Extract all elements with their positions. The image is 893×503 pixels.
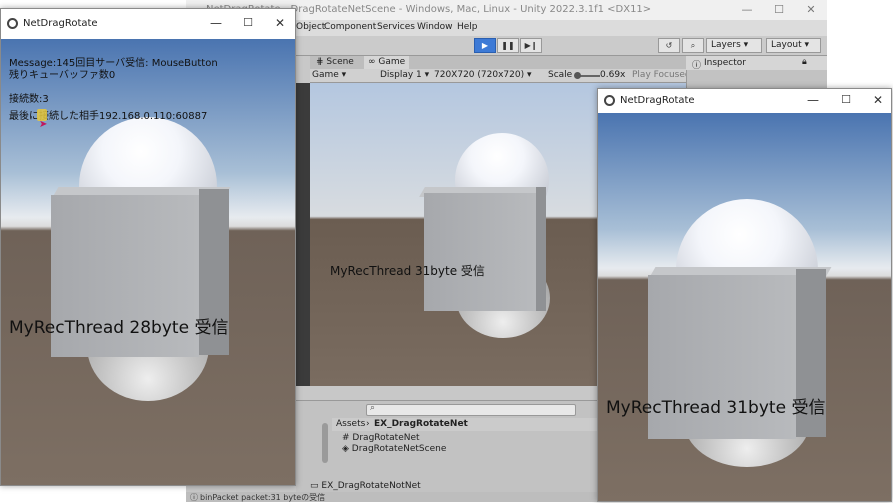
script-icon: # [342,433,350,443]
search-icon: ⌕ [370,403,376,413]
lock-icon[interactable]: 🔒︎ [802,57,807,67]
scrollbar[interactable] [322,423,328,463]
maximize-icon[interactable]: ☐ [241,16,255,30]
right-netdragrotate-window: NetDragRotate — ☐ ✕ MyRecThread 31byte 受… [597,88,892,502]
tab-scene[interactable]: ⋕ Scene [312,56,358,69]
status-message: binPacket packet:31 byteの受信 [200,493,326,502]
list-item[interactable]: ◈ DragRotateNetScene [342,444,446,454]
layout-label: Layout [771,40,802,50]
mouse-cursor-icon: ➤ [39,119,48,130]
pause-icon[interactable]: ❚❚ [497,38,519,53]
message-line-2: 残りキューバッファ数0 [9,70,116,81]
scale-value: 0.69x [600,70,626,80]
left-netdragrotate-window: NetDragRotate — ☐ ✕ Message:145回目サーバ受信: … [0,8,296,486]
left-big-message: MyRecThread 28byte 受信 [9,318,229,338]
minimize-icon[interactable]: — [806,93,820,107]
cube-front [424,193,536,311]
close-icon[interactable]: ✕ [803,2,819,18]
connection-count: 接続数:3 [9,94,49,105]
scale-slider-handle[interactable] [574,72,581,79]
close-icon[interactable]: ✕ [871,93,885,107]
layers-dropdown[interactable]: Layers ▾ [706,38,762,53]
layout-dropdown[interactable]: Layout ▾ [766,38,821,53]
game-view-toolbar: Game ▾ Display 1 ▾ 720X720 (720x720) ▾ S… [310,69,691,83]
breadcrumb-separator: › [366,419,370,429]
menu-component[interactable]: Component [324,22,376,32]
resolution-dropdown[interactable]: 720X720 (720x720) ▾ [434,70,531,80]
search-icon[interactable]: ⌕ [682,38,704,53]
menu-services[interactable]: Services [377,22,415,32]
play-focused-dropdown[interactable]: Play Focused [632,70,691,80]
menu-help[interactable]: Help [457,22,478,32]
hierarchy-edge [296,83,310,386]
menu-object[interactable]: Object [296,22,325,32]
menu-window[interactable]: Window [417,22,453,32]
game-mode-dropdown[interactable]: Game ▾ [312,70,346,80]
project-search-input[interactable]: ⌕ [366,403,576,416]
left-game-view[interactable]: Message:145回目サーバ受信: MouseButton 残りキューバッフ… [1,39,295,485]
breadcrumb-assets[interactable]: Assets [336,419,365,429]
unity-scene-icon: ◈ [342,444,349,454]
minimize-icon[interactable]: — [209,16,223,30]
tab-game[interactable]: ∞ Game [364,56,410,69]
right-window-title: NetDragRotate [620,95,695,106]
folder-icon: ▭ [310,481,319,491]
unity-logo-icon [7,18,18,29]
view-tabs: ⋕ Scene ∞ Game [310,56,686,69]
right-big-message: MyRecThread 31byte 受信 [606,398,826,418]
step-icon[interactable]: ▶❙ [520,38,542,53]
left-window-titlebar[interactable]: NetDragRotate — ☐ ✕ [1,9,295,39]
maximize-icon[interactable]: ☐ [839,93,853,107]
scale-label: Scale [548,70,573,80]
close-icon[interactable]: ✕ [273,16,287,30]
list-item[interactable]: # DragRotateNet [342,433,420,443]
display-dropdown[interactable]: Display 1 ▾ [380,70,429,80]
play-icon[interactable]: ▶ [474,38,496,53]
right-game-view[interactable]: MyRecThread 31byte 受信 [598,113,891,501]
layers-label: Layers [711,40,741,50]
minimize-icon[interactable]: — [739,2,755,18]
game-message: MyRecThread 31byte 受信 [330,264,485,278]
unity-logo-icon [604,95,615,106]
maximize-icon[interactable]: ☐ [771,2,787,18]
history-icon[interactable]: ↺ [658,38,680,53]
list-item[interactable]: ▭ EX_DragRotateNotNet [310,481,421,491]
warning-icon: ⓘ [190,493,198,502]
left-window-title: NetDragRotate [23,18,98,29]
inspector-label: Inspector [704,58,746,68]
breadcrumb-folder[interactable]: EX_DragRotateNet [374,419,468,429]
cube-side [536,187,546,311]
tab-inspector[interactable]: ⓘ Inspector 🔒︎ [686,56,827,71]
right-window-titlebar[interactable]: NetDragRotate — ☐ ✕ [598,89,891,113]
